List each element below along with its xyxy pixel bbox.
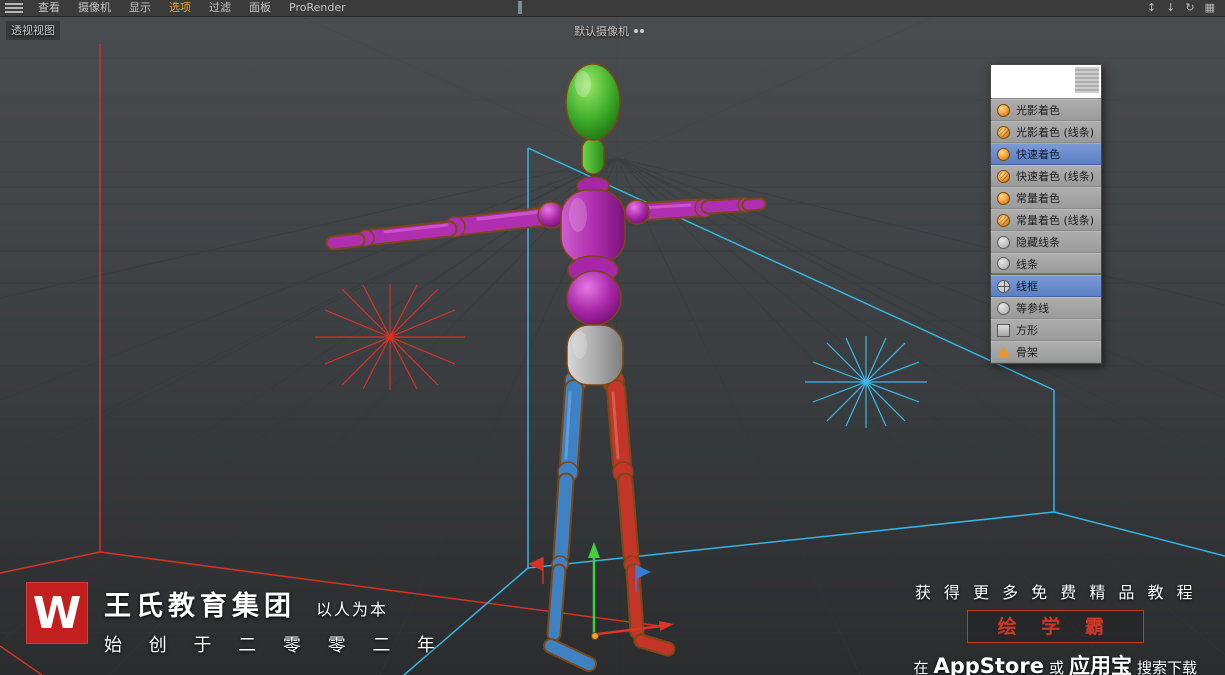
- display-mode-label: 线条: [1016, 257, 1038, 271]
- brand-logo: W: [26, 582, 88, 644]
- camera-label[interactable]: 默认摄像机: [574, 23, 644, 39]
- display-mode-label: 骨架: [1016, 346, 1038, 359]
- circle-gray-icon: [997, 235, 1010, 249]
- display-mode-label: 隐藏线条: [1016, 236, 1060, 249]
- display-mode-item-4[interactable]: 快速着色 (线条): [991, 165, 1101, 187]
- globe-gray-icon: [997, 279, 1010, 293]
- display-mode-item-10[interactable]: 等参线: [991, 297, 1101, 319]
- view-label: 透视视图: [6, 21, 60, 40]
- sphere-orange-lines-icon: [997, 213, 1010, 227]
- layout-icon[interactable]: ▦: [1205, 0, 1215, 16]
- menu-icon[interactable]: [5, 3, 23, 13]
- display-mode-label: 光影着色 (线条): [1016, 126, 1095, 139]
- promo-watermark: 获 得 更 多 免 费 精 品 教 程 绘 学 霸 在 AppStore 或 应…: [913, 579, 1197, 675]
- menu-item-6[interactable]: 面板: [240, 0, 280, 16]
- branding-watermark: W 王氏教育集团 以人为本 始 创 于 二 零 零 二 年: [26, 582, 442, 659]
- sphere-orange-icon: [997, 191, 1010, 205]
- sphere-orange-icon: [997, 103, 1010, 117]
- display-mode-label: 常量着色: [1016, 192, 1060, 205]
- camera-icon[interactable]: [634, 29, 644, 33]
- menu-item-7[interactable]: ProRender: [280, 0, 355, 16]
- menu-item-1[interactable]: 查看: [29, 0, 69, 16]
- move-icon[interactable]: ↕: [1147, 0, 1156, 16]
- display-mode-item-12[interactable]: 骨架: [991, 341, 1101, 363]
- menu-item-2[interactable]: 摄像机: [69, 0, 120, 16]
- menu-items: 查看 摄像机 显示 选项 过滤 面板 ProRender: [29, 0, 355, 16]
- promo-or: 或: [1048, 659, 1064, 675]
- promo-download-line: 在 AppStore 或 应用宝 搜索下载: [913, 650, 1197, 675]
- menubar: 查看 摄像机 显示 选项 过滤 面板 ProRender ↕ ↓ ↻ ▦: [0, 0, 1225, 17]
- display-mode-label: 快速着色 (线条): [1016, 170, 1095, 183]
- display-mode-item-9[interactable]: 线框: [991, 275, 1101, 297]
- promo-prefix: 在: [913, 659, 929, 675]
- display-mode-label: 快速着色: [1016, 148, 1060, 161]
- download-icon[interactable]: ↓: [1166, 0, 1175, 16]
- menu-item-3[interactable]: 显示: [120, 0, 160, 16]
- display-mode-label: 方形: [1016, 324, 1038, 337]
- refresh-icon[interactable]: ↻: [1185, 0, 1194, 16]
- display-mode-item-6[interactable]: 常量着色 (线条): [991, 209, 1101, 231]
- display-mode-item-11[interactable]: 方形: [991, 319, 1101, 341]
- display-mode-item-1[interactable]: 光影着色: [991, 99, 1101, 121]
- shading-preview: [991, 65, 1101, 99]
- brand-slogan: 以人为本: [316, 600, 389, 619]
- menubar-right-icons: ↕ ↓ ↻ ▦: [1147, 0, 1225, 16]
- promo-appstore: AppStore: [933, 654, 1044, 675]
- promo-headline: 获 得 更 多 免 费 精 品 教 程: [914, 583, 1196, 602]
- display-mode-list: 光影着色光影着色 (线条) 快速着色快速着色 (线条) 常量着色常量着色 (线条) 隐…: [991, 99, 1101, 363]
- display-mode-item-8[interactable]: 线条: [991, 253, 1101, 275]
- display-mode-dropdown: 光影着色光影着色 (线条) 快速着色快速着色 (线条) 常量着色常量着色 (线条) 隐…: [990, 64, 1102, 364]
- display-mode-label: 等参线: [1016, 302, 1049, 315]
- application-window: 查看 摄像机 显示 选项 过滤 面板 ProRender ↕ ↓ ↻ ▦ 透视视图 默认摄像机 光…: [0, 0, 1225, 675]
- brand-company-name: 王氏教育集团: [104, 591, 296, 622]
- display-mode-label: 光影着色: [1016, 104, 1060, 117]
- sphere-orange-icon: [997, 147, 1010, 161]
- circle-gray-icon: [997, 301, 1010, 315]
- sphere-orange-lines-icon: [997, 125, 1010, 139]
- display-mode-item-5[interactable]: 常量着色: [991, 187, 1101, 209]
- display-mode-item-2[interactable]: 光影着色 (线条): [991, 121, 1101, 143]
- promo-suffix: 搜索下载: [1136, 659, 1197, 675]
- display-mode-item-7[interactable]: 隐藏线条: [991, 231, 1101, 253]
- viewport-divider-handle[interactable]: [518, 1, 522, 14]
- square-gray-icon: [997, 323, 1010, 337]
- display-mode-label: 常量着色 (线条): [1016, 214, 1095, 227]
- pyramid-orange-icon: [997, 347, 1010, 358]
- menu-item-5[interactable]: 过滤: [200, 0, 240, 16]
- promo-store: 应用宝: [1068, 654, 1132, 675]
- sphere-orange-lines-icon: [997, 169, 1010, 183]
- camera-label-text: 默认摄像机: [574, 25, 629, 38]
- menu-item-4[interactable]: 选项: [160, 0, 200, 16]
- display-mode-label: 线框: [1016, 280, 1038, 293]
- promo-app-badge[interactable]: 绘 学 霸: [966, 610, 1144, 643]
- display-mode-item-3[interactable]: 快速着色: [991, 143, 1101, 165]
- shading-preview-texture: [1075, 67, 1099, 93]
- circle-gray-icon: [997, 257, 1010, 270]
- brand-since-text: 始 创 于 二 零 零 二 年: [104, 635, 443, 656]
